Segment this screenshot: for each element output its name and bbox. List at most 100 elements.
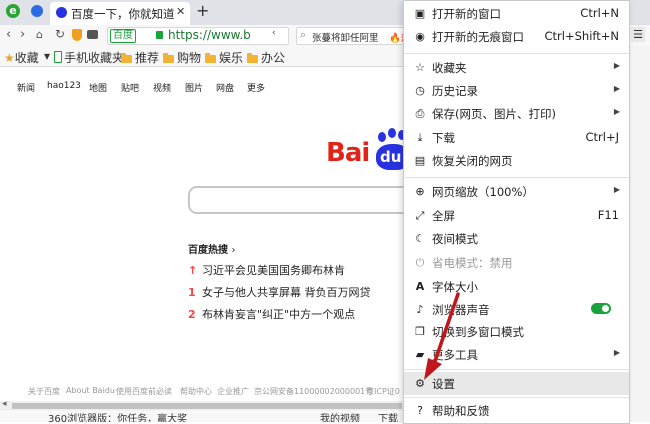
menu-divider (404, 177, 629, 178)
new-tab-button[interactable]: + (196, 1, 209, 20)
help-icon: ? (417, 404, 423, 417)
bottom-fragment[interactable]: 下载 (378, 412, 398, 422)
nav-map[interactable]: 地图 (89, 81, 107, 94)
incognito-icon: ◉ (415, 30, 425, 43)
bookmark-label: 收藏 (14, 51, 39, 65)
bottom-fragment[interactable]: 我的视频 (320, 412, 360, 422)
back-icon[interactable]: ‹ (6, 27, 11, 42)
footer-link[interactable]: 京ICP证0 (366, 386, 400, 397)
lock-icon (156, 31, 163, 39)
menu-item-label: 帮助和反馈 (432, 404, 490, 418)
tab-title: 百度一下，你就知道 (71, 7, 175, 21)
footer-link[interactable]: 关于百度 (28, 386, 60, 397)
shield-icon[interactable] (72, 29, 82, 41)
menu-item-shortcut: Ctrl+Shift+N (544, 29, 619, 43)
url-field[interactable]: 百度 https://www.b (107, 27, 289, 45)
nav-more[interactable]: 更多 (247, 81, 265, 94)
baidu-logo: Bai du (326, 128, 410, 174)
menu-item-shortcut: Ctrl+J (585, 130, 620, 144)
menu-item-label: 网页缩放（100%） (432, 185, 534, 199)
menu-item-download[interactable]: ⤓ 下载 Ctrl+J (404, 126, 629, 149)
menu-item-new-window[interactable]: ▣ 打开新的窗口 Ctrl+N (404, 2, 629, 25)
footer-link[interactable]: 京公网安备11000002000001号 (254, 386, 373, 397)
folder-icon (121, 53, 132, 63)
hot-item[interactable]: ↑ 习近平会见美国国务卿布林肯 (188, 262, 345, 278)
chevron-down-icon[interactable]: ‹ (272, 28, 276, 38)
menu-item-shortcut: F11 (597, 208, 619, 222)
bookmark-favorites[interactable]: ★收藏 (4, 49, 39, 66)
menu-item-label: 夜间模式 (432, 232, 478, 246)
bookmark-label: 手机收藏夹 (64, 51, 125, 65)
annotation-arrow (424, 292, 460, 380)
home-icon[interactable]: ⌂ (36, 28, 43, 41)
menu-divider (404, 53, 629, 54)
footer-link[interactable]: 帮助中心 (180, 386, 212, 397)
menu-item-power-saver[interactable]: ⏻ 省电模式：禁用 (404, 251, 629, 274)
hot-search-label: 百度热搜 (188, 245, 228, 256)
refresh-icon[interactable]: ↻ (55, 27, 65, 41)
menu-item-label: 全屏 (432, 209, 455, 223)
hot-rank: ↑ (188, 264, 198, 277)
footer-link[interactable]: 使用百度前必读 (116, 386, 172, 397)
hot-search-title[interactable]: 百度热搜 › (188, 241, 235, 256)
dropdown-arrow-icon[interactable]: ▾ (44, 49, 50, 63)
bookmark-recommend[interactable]: 推荐 (121, 49, 159, 66)
nav-tieba[interactable]: 贴吧 (121, 81, 139, 94)
url-text: https://www.b (168, 28, 251, 42)
nav-netdisk[interactable]: 网盘 (216, 81, 234, 94)
nav-video[interactable]: 视频 (153, 81, 171, 94)
menu-item-restore-closed[interactable]: ▤ 恢复关闭的网页 (404, 149, 629, 172)
power-saver-icon: ⏻ (415, 256, 425, 269)
hot-item-text: 女子与他人共享屏幕 背负百万网贷 (202, 286, 371, 299)
hot-item[interactable]: 1 女子与他人共享屏幕 背负百万网贷 (188, 284, 371, 300)
nav-images[interactable]: 图片 (185, 81, 203, 94)
menu-item-help[interactable]: ? 帮助和反馈 (404, 399, 629, 422)
folder-icon (247, 53, 258, 63)
scrollbar-thumb[interactable] (12, 403, 402, 409)
phone-icon (54, 51, 62, 63)
menu-item-favorites[interactable]: ☆ 收藏夹 ▶ (404, 56, 629, 79)
browser-logo-icon[interactable]: e (6, 4, 20, 18)
bookmark-entertainment[interactable]: 娱乐 (205, 49, 243, 66)
menu-item-label: 下载 (432, 131, 455, 145)
menu-item-incognito[interactable]: ◉ 打开新的无痕窗口 Ctrl+Shift+N (404, 25, 629, 48)
footer-link[interactable]: About Baidu (66, 386, 115, 395)
news-ticker[interactable]: ⌕ 张蔓将卸任阿里 🔥热 (296, 27, 404, 45)
zoom-icon: ⊕ (415, 185, 425, 198)
menu-item-label: 保存(网页、图片、打印) (432, 107, 556, 121)
bottom-fragment[interactable]: 360浏览器版：你任务，赢大奖 (48, 412, 187, 422)
bookmark-label: 娱乐 (219, 51, 244, 65)
compass-icon[interactable] (31, 5, 43, 17)
hot-item[interactable]: 2 布林肯妄言"纠正"中方一个观点 (188, 306, 355, 322)
nav-news[interactable]: 新闻 (17, 81, 35, 94)
sound-toggle[interactable] (591, 303, 611, 314)
menu-item-save[interactable]: ⎙ 保存(网页、图片、打印) ▶ (404, 102, 629, 125)
menu-item-fullscreen[interactable]: ⤢ 全屏 F11 (404, 204, 629, 227)
star-icon: ☆ (415, 61, 425, 74)
menu-item-label: 恢复关闭的网页 (432, 154, 513, 168)
hot-item-text: 习近平会见美国国务卿布林肯 (202, 264, 345, 277)
menu-item-night-mode[interactable]: ☾ 夜间模式 (404, 227, 629, 250)
hot-item-text: 布林肯妄言"纠正"中方一个观点 (202, 308, 356, 321)
logo-text: Bai (326, 138, 370, 168)
forward-icon[interactable]: › (20, 27, 25, 42)
tab-baidu[interactable]: 百度一下，你就知道 ✕ (50, 2, 190, 25)
history-icon: ◷ (415, 84, 425, 97)
site-badge: 百度 (110, 29, 136, 43)
new-window-icon: ▣ (414, 7, 426, 20)
menu-item-history[interactable]: ◷ 历史记录 ▶ (404, 79, 629, 102)
bookmark-label: 购物 (177, 51, 202, 65)
bookmark-mobile[interactable]: 手机收藏夹 (54, 49, 124, 66)
scroll-left-icon[interactable]: ◂ (2, 399, 7, 409)
bookmark-shopping[interactable]: 购物 (163, 49, 201, 66)
hot-tag: 🔥热 (389, 30, 403, 44)
fullscreen-icon: ⤢ (415, 209, 425, 222)
tab-close-icon[interactable]: ✕ (176, 5, 185, 18)
hamburger-menu-icon[interactable]: ☰ (631, 27, 645, 42)
bookmark-office[interactable]: 办公 (247, 49, 285, 66)
nav-hao123[interactable]: hao123 (47, 81, 81, 91)
briefcase-icon[interactable] (87, 30, 98, 39)
footer-link[interactable]: 企业推广 (217, 386, 249, 397)
horizontal-scrollbar[interactable]: ◂ (0, 399, 403, 411)
menu-item-zoom[interactable]: ⊕ 网页缩放（100%） ▶ (404, 180, 629, 203)
